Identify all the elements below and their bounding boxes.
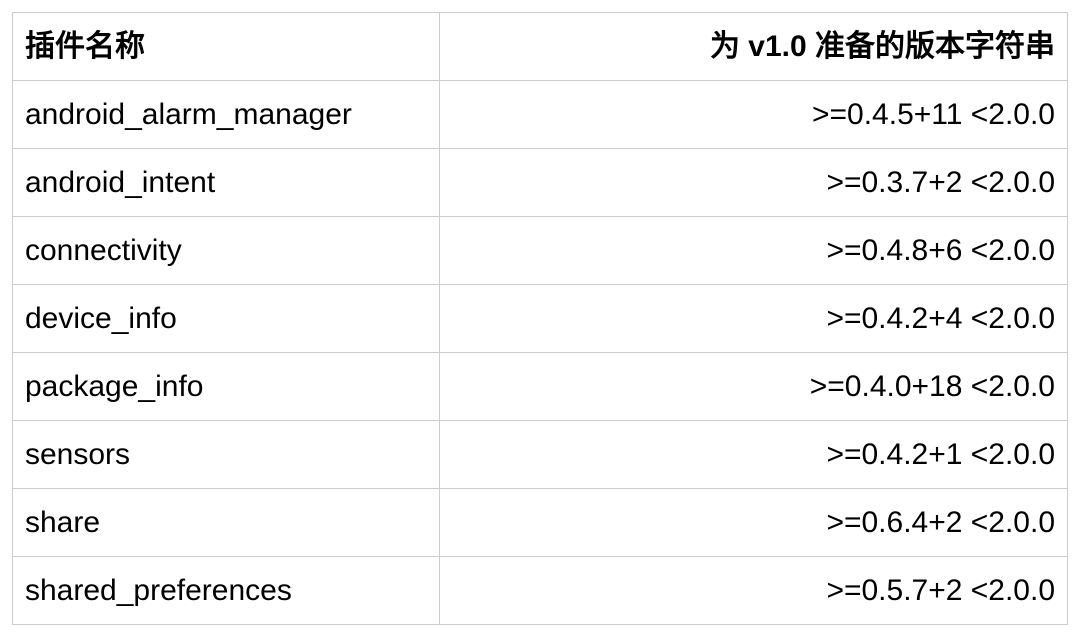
cell-version-string: >=0.4.8+6 <2.0.0 [440,217,1068,285]
table-row: android_intent >=0.3.7+2 <2.0.0 [13,149,1068,217]
cell-plugin-name: android_intent [13,149,440,217]
table-row: package_info >=0.4.0+18 <2.0.0 [13,353,1068,421]
header-plugin-name: 插件名称 [13,13,440,81]
table-row: shared_preferences >=0.5.7+2 <2.0.0 [13,557,1068,625]
cell-plugin-name: android_alarm_manager [13,81,440,149]
cell-version-string: >=0.5.7+2 <2.0.0 [440,557,1068,625]
cell-version-string: >=0.6.4+2 <2.0.0 [440,489,1068,557]
cell-version-string: >=0.4.0+18 <2.0.0 [440,353,1068,421]
cell-version-string: >=0.4.5+11 <2.0.0 [440,81,1068,149]
cell-version-string: >=0.4.2+1 <2.0.0 [440,421,1068,489]
cell-version-string: >=0.3.7+2 <2.0.0 [440,149,1068,217]
cell-plugin-name: device_info [13,285,440,353]
table-row: device_info >=0.4.2+4 <2.0.0 [13,285,1068,353]
table-row: android_alarm_manager >=0.4.5+11 <2.0.0 [13,81,1068,149]
cell-plugin-name: shared_preferences [13,557,440,625]
cell-plugin-name: package_info [13,353,440,421]
cell-version-string: >=0.4.2+4 <2.0.0 [440,285,1068,353]
header-version-string: 为 v1.0 准备的版本字符串 [440,13,1068,81]
cell-plugin-name: sensors [13,421,440,489]
cell-plugin-name: connectivity [13,217,440,285]
table-row: sensors >=0.4.2+1 <2.0.0 [13,421,1068,489]
cell-plugin-name: share [13,489,440,557]
table-row: share >=0.6.4+2 <2.0.0 [13,489,1068,557]
table-row: connectivity >=0.4.8+6 <2.0.0 [13,217,1068,285]
table-header-row: 插件名称 为 v1.0 准备的版本字符串 [13,13,1068,81]
plugin-version-table: 插件名称 为 v1.0 准备的版本字符串 android_alarm_manag… [12,12,1068,625]
